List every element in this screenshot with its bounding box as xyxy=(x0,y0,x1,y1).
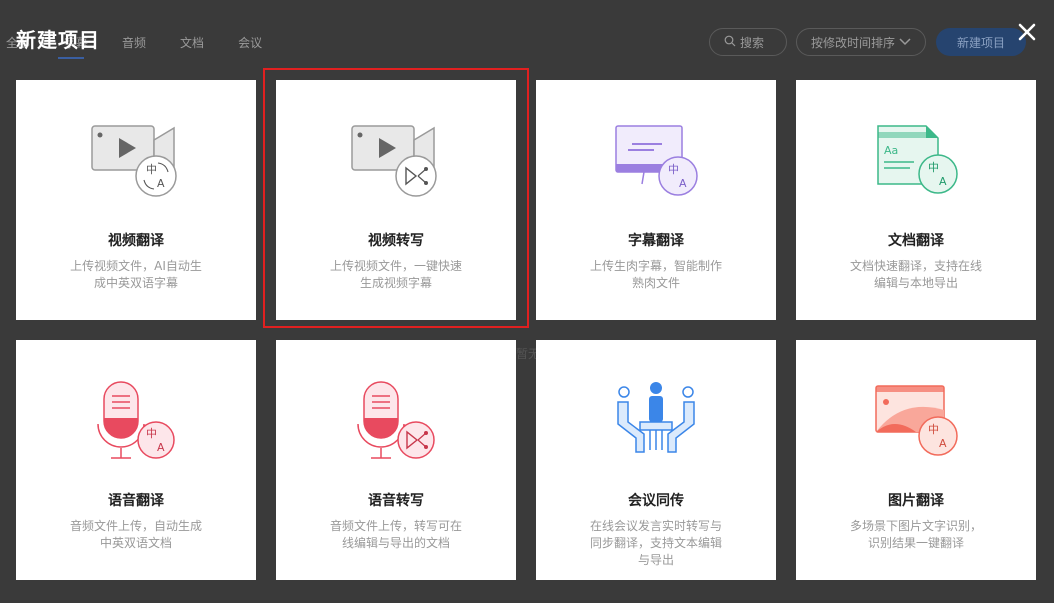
card-title: 会议同传 xyxy=(628,493,684,509)
card-title: 语音翻译 xyxy=(108,493,164,509)
close-icon xyxy=(1018,23,1036,41)
meeting-interpret-icon xyxy=(617,382,695,453)
card-description: 上传生肉字幕，智能制作熟肉文件 xyxy=(589,259,722,290)
card-description: 音频文件上传，转写可在线编辑与导出的文档 xyxy=(329,519,462,550)
search-icon xyxy=(724,35,736,50)
audio-translate-icon: 中 A xyxy=(97,381,175,459)
bg-tab-meeting[interactable]: 会议 xyxy=(238,34,262,59)
card-document-translate[interactable]: Aa 中 A 文档翻译 文档快速翻译，支持在线编辑与本地导出 xyxy=(796,80,1036,320)
chevron-down-icon xyxy=(899,35,911,49)
card-video-translate[interactable]: 中 A 视频翻译 上传视频文件，AI自动生成中英双语字幕 xyxy=(16,80,256,320)
project-type-grid: 中 A 视频翻译 上传视频文件，AI自动生成中英双语字幕 视频转写 上传视频文件… xyxy=(16,80,1036,580)
card-description: 文档快速翻译，支持在线编辑与本地导出 xyxy=(849,259,982,290)
svg-text:A: A xyxy=(939,175,947,188)
svg-text:A: A xyxy=(157,441,165,454)
document-translate-icon: Aa 中 A xyxy=(877,125,958,194)
card-title: 图片翻译 xyxy=(888,493,944,509)
card-title: 视频转写 xyxy=(368,233,424,249)
svg-text:Aa: Aa xyxy=(884,144,898,157)
card-audio-translate[interactable]: 中 A 语音翻译 音频文件上传，自动生成中英双语文档 xyxy=(16,340,256,580)
card-audio-transcribe[interactable]: 语音转写 音频文件上传，转写可在线编辑与导出的文档 xyxy=(276,340,516,580)
video-translate-icon: 中 A xyxy=(91,125,177,197)
card-title: 视频翻译 xyxy=(108,233,164,249)
bg-search-label: 搜索 xyxy=(740,35,765,50)
svg-text:中: 中 xyxy=(668,163,679,176)
video-transcribe-icon xyxy=(351,125,437,197)
card-description: 上传视频文件，一键快速生成视频字幕 xyxy=(329,259,462,290)
bg-new-project-button[interactable]: 新建项目 xyxy=(936,28,1026,56)
svg-text:中: 中 xyxy=(928,423,939,436)
modal-title: 新建项目 xyxy=(16,28,100,52)
svg-text:中: 中 xyxy=(146,163,157,176)
audio-transcribe-icon xyxy=(357,381,435,459)
card-video-transcribe[interactable]: 视频转写 上传视频文件，一键快速生成视频字幕 xyxy=(276,80,516,320)
svg-text:A: A xyxy=(157,177,165,190)
card-description: 上传视频文件，AI自动生成中英双语字幕 xyxy=(70,259,202,290)
svg-text:中: 中 xyxy=(928,161,939,174)
card-title: 文档翻译 xyxy=(888,233,944,249)
subtitle-translate-icon: 中 A xyxy=(615,125,698,196)
card-description: 音频文件上传，自动生成中英双语文档 xyxy=(69,519,202,550)
svg-text:A: A xyxy=(939,437,947,450)
card-title: 语音转写 xyxy=(368,493,424,509)
card-meeting-interpret[interactable]: 会议同传 在线会议发言实时转写与同步翻译，支持文本编辑与导出 xyxy=(536,340,776,580)
bg-search-input[interactable]: 搜索 xyxy=(709,28,787,56)
svg-text:A: A xyxy=(679,177,687,190)
bg-tab-document[interactable]: 文档 xyxy=(180,34,204,59)
bg-tab-audio[interactable]: 音频 xyxy=(122,34,146,59)
card-description: 在线会议发言实时转写与同步翻译，支持文本编辑与导出 xyxy=(589,519,722,567)
card-description: 多场景下图片文字识别，识别结果一键翻译 xyxy=(849,519,982,550)
card-image-translate[interactable]: 中 A 图片翻译 多场景下图片文字识别，识别结果一键翻译 xyxy=(796,340,1036,580)
card-title: 字幕翻译 xyxy=(628,233,684,249)
bg-sort-label: 按修改时间排序 xyxy=(810,35,895,50)
image-translate-icon: 中 A xyxy=(875,385,958,456)
bg-sort-dropdown[interactable]: 按修改时间排序 xyxy=(796,28,926,56)
close-button[interactable] xyxy=(1015,20,1039,44)
svg-text:中: 中 xyxy=(146,427,157,440)
card-subtitle-translate[interactable]: 中 A 字幕翻译 上传生肉字幕，智能制作熟肉文件 xyxy=(536,80,776,320)
